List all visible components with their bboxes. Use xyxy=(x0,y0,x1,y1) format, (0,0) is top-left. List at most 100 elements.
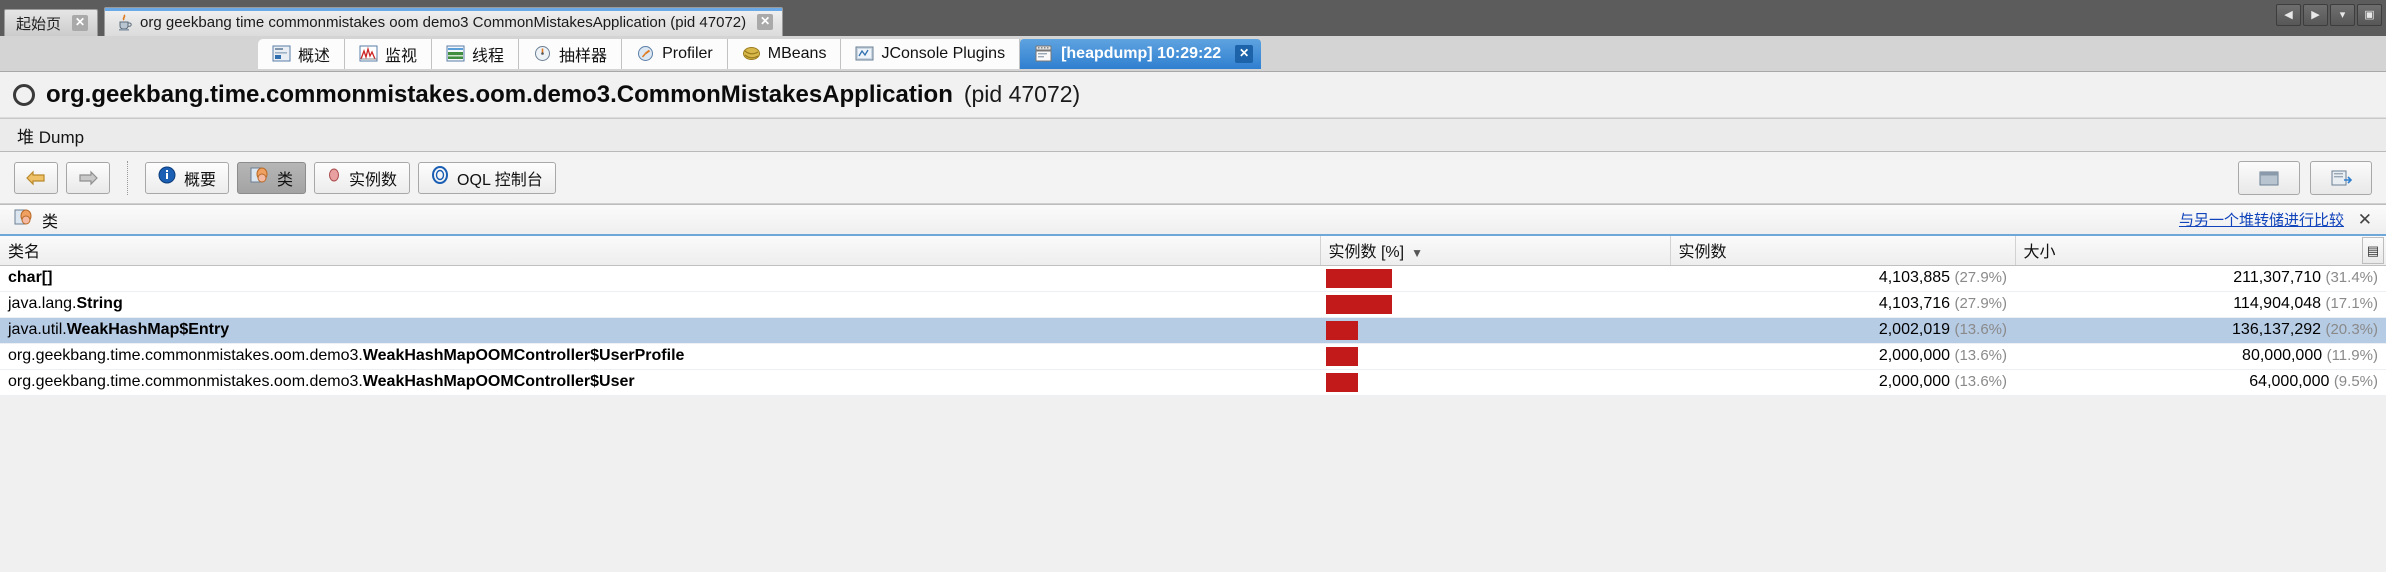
window-layout-button[interactable] xyxy=(2238,161,2300,195)
classes-icon xyxy=(14,208,33,231)
classes-button[interactable]: 类 xyxy=(237,162,306,194)
forward-button[interactable] xyxy=(66,162,110,194)
cell-size: 136,137,292 (20.3%) xyxy=(2015,317,2386,343)
window-tab-start-page[interactable]: 起始页 ✕ xyxy=(4,9,98,36)
cell-instances: 4,103,716 (27.9%) xyxy=(1670,291,2015,317)
compare-heapdump-link[interactable]: 与另一个堆转储进行比较 xyxy=(2179,209,2344,230)
classes-table: 类名 实例数 [%] ▼ 实例数 大小 char[] 4,103,885 (27.… xyxy=(0,236,2386,396)
tab-sampler[interactable]: 抽样器 xyxy=(519,39,622,69)
column-header-size[interactable]: 大小 xyxy=(2015,236,2386,265)
tab-threads[interactable]: 线程 xyxy=(432,39,519,69)
cell-instances: 2,000,000 (13.6%) xyxy=(1670,343,2015,369)
instances-percent: (13.6%) xyxy=(1954,373,2007,390)
scroll-left-icon[interactable]: ◀ xyxy=(2276,4,2301,26)
summary-button[interactable]: 概要 xyxy=(145,162,229,194)
instances-percent: (27.9%) xyxy=(1954,295,2007,312)
instances-bar xyxy=(1326,269,1392,288)
heap-dump-toolbar: 概要 类 实例数 OQL 控制台 xyxy=(0,152,2386,204)
table-body: char[] 4,103,885 (27.9%) 211,307,710 (31… xyxy=(0,265,2386,395)
table-row[interactable]: char[] 4,103,885 (27.9%) 211,307,710 (31… xyxy=(0,265,2386,291)
panel-title: 类 xyxy=(42,208,58,232)
tab-label: JConsole Plugins xyxy=(881,45,1005,63)
instances-bar xyxy=(1326,373,1358,392)
button-label: 类 xyxy=(277,166,293,190)
application-name: org.geekbang.time.commonmistakes.oom.dem… xyxy=(46,81,953,109)
info-icon xyxy=(158,166,176,189)
size-value: 80,000,000 xyxy=(2242,347,2322,364)
tab-jconsole-plugins[interactable]: JConsole Plugins xyxy=(841,39,1020,69)
table-header-row: 类名 实例数 [%] ▼ 实例数 大小 xyxy=(0,236,2386,265)
column-label: 实例数 [%] xyxy=(1329,244,1405,261)
tab-profiler[interactable]: Profiler xyxy=(622,39,728,69)
size-percent: (17.1%) xyxy=(2325,295,2378,312)
column-options-button[interactable]: ▤ xyxy=(2362,237,2384,264)
instances-value: 2,002,019 xyxy=(1879,321,1950,338)
java-cup-icon xyxy=(116,14,133,31)
size-percent: (9.5%) xyxy=(2334,373,2378,390)
tab-monitor[interactable]: 监视 xyxy=(345,39,432,69)
table-row[interactable]: org.geekbang.time.commonmistakes.oom.dem… xyxy=(0,343,2386,369)
instances-button[interactable]: 实例数 xyxy=(314,162,410,194)
column-header-class-name[interactable]: 类名 xyxy=(0,236,1320,265)
class-package-text: org.geekbang.time.commonmistakes.oom.dem… xyxy=(8,347,363,364)
close-icon[interactable]: ✕ xyxy=(757,14,773,30)
cell-size: 114,904,048 (17.1%) xyxy=(2015,291,2386,317)
tool-tab-bar: 概述 监视 线程 抽样器 Profiler MBeans JCo xyxy=(0,36,2386,72)
class-name-text: WeakHashMapOOMController$UserProfile xyxy=(363,347,685,364)
cell-instances-bar xyxy=(1320,265,1670,291)
class-package-text: java.lang. xyxy=(8,295,77,312)
table-row[interactable]: java.lang.String 4,103,716 (27.9%) 114,9… xyxy=(0,291,2386,317)
cell-size: 211,307,710 (31.4%) xyxy=(2015,265,2386,291)
window-tab-strip: 起始页 ✕ org geekbang time commonmistakes o… xyxy=(0,0,2386,36)
close-icon[interactable]: ✕ xyxy=(1235,45,1253,63)
class-name-text: char[] xyxy=(8,269,52,286)
overview-icon xyxy=(272,45,291,62)
tab-label: 线程 xyxy=(472,42,504,66)
tab-mbeans[interactable]: MBeans xyxy=(728,39,842,69)
tab-label: 概述 xyxy=(298,42,330,66)
oql-console-button[interactable]: OQL 控制台 xyxy=(418,162,556,194)
cell-instances: 4,103,885 (27.9%) xyxy=(1670,265,2015,291)
profiler-icon xyxy=(636,45,655,62)
jconsole-icon xyxy=(855,45,874,62)
sort-desc-icon: ▼ xyxy=(1411,246,1423,260)
cell-instances: 2,002,019 (13.6%) xyxy=(1670,317,2015,343)
close-icon[interactable]: ✕ xyxy=(72,15,88,31)
tab-label: 监视 xyxy=(385,42,417,66)
window-tab-application[interactable]: org geekbang time commonmistakes oom dem… xyxy=(104,7,783,36)
back-button[interactable] xyxy=(14,162,58,194)
instances-value: 4,103,716 xyxy=(1879,295,1950,312)
instances-value: 4,103,885 xyxy=(1879,269,1950,286)
maximize-icon[interactable]: ▣ xyxy=(2357,4,2382,26)
instances-icon xyxy=(327,166,341,189)
cell-class-name: char[] xyxy=(0,265,1320,291)
export-button[interactable] xyxy=(2310,161,2372,195)
mbeans-icon xyxy=(742,45,761,62)
tab-list-icon[interactable]: ▾ xyxy=(2330,4,2355,26)
arrow-right-icon xyxy=(77,169,99,187)
instances-bar xyxy=(1326,295,1392,314)
tab-heapdump[interactable]: [heapdump] 10:29:22 ✕ xyxy=(1020,39,1261,69)
window-tab-label: org geekbang time commonmistakes oom dem… xyxy=(140,14,746,31)
column-header-instances-pct[interactable]: 实例数 [%] ▼ xyxy=(1320,236,1670,265)
instances-percent: (13.6%) xyxy=(1954,321,2007,338)
instances-percent: (27.9%) xyxy=(1954,269,2007,286)
instances-percent: (13.6%) xyxy=(1954,347,2007,364)
size-value: 64,000,000 xyxy=(2249,373,2329,390)
cell-instances-bar xyxy=(1320,343,1670,369)
tab-overview[interactable]: 概述 xyxy=(258,39,345,69)
table-row[interactable]: org.geekbang.time.commonmistakes.oom.dem… xyxy=(0,369,2386,395)
size-value: 136,137,292 xyxy=(2232,321,2321,338)
oql-icon xyxy=(431,166,449,189)
page-title: org.geekbang.time.commonmistakes.oom.dem… xyxy=(0,72,2386,118)
table-row[interactable]: java.util.WeakHashMap$Entry 2,002,019 (1… xyxy=(0,317,2386,343)
column-header-instances[interactable]: 实例数 xyxy=(1670,236,2015,265)
toolbar-right-buttons xyxy=(2238,161,2372,195)
window-icon xyxy=(2257,168,2281,188)
class-name-text: WeakHashMap$Entry xyxy=(67,321,229,338)
cell-class-name: java.lang.String xyxy=(0,291,1320,317)
close-icon[interactable]: ✕ xyxy=(2358,210,2372,230)
scroll-right-icon[interactable]: ▶ xyxy=(2303,4,2328,26)
cell-class-name: org.geekbang.time.commonmistakes.oom.dem… xyxy=(0,369,1320,395)
toolbar-separator xyxy=(127,161,128,195)
